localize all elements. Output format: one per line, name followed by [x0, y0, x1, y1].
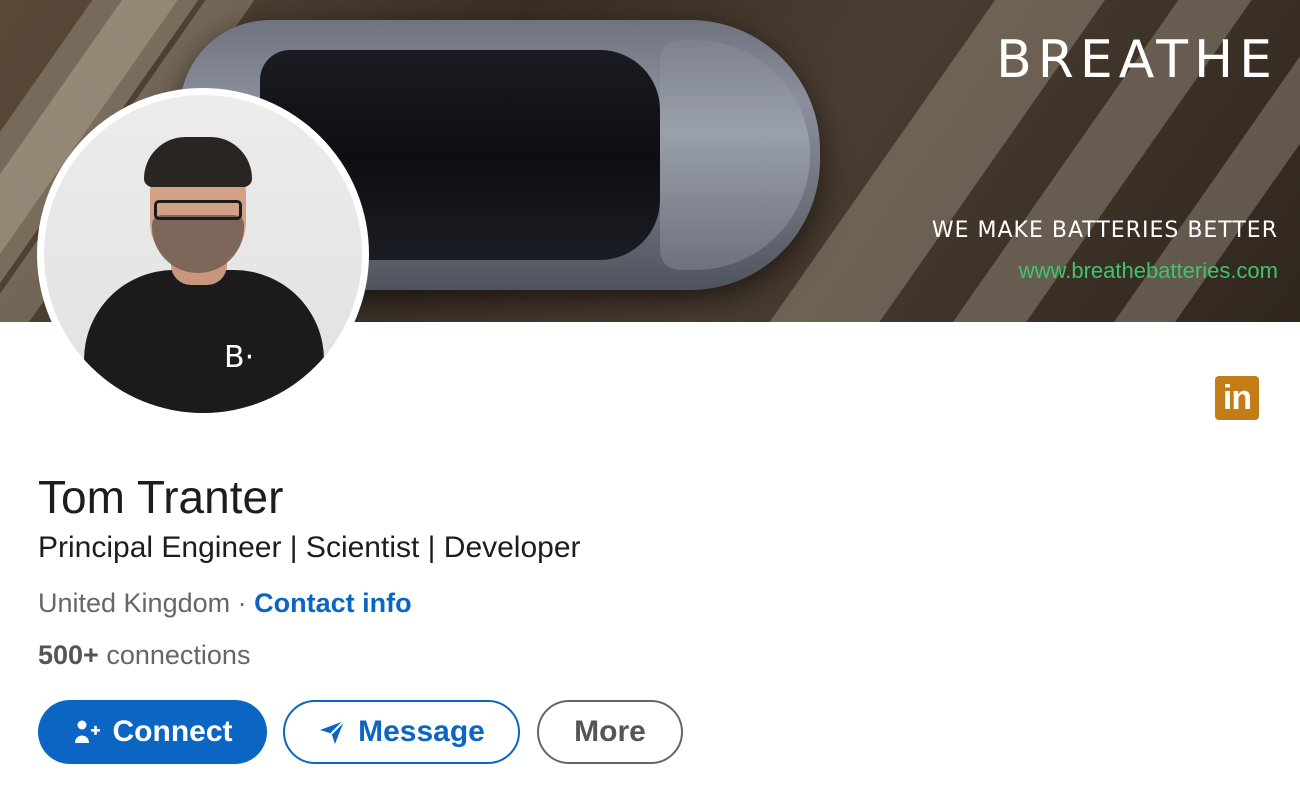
contact-info-link[interactable]: Contact info [254, 588, 411, 618]
add-person-icon [73, 718, 101, 746]
banner-url: www.breathebatteries.com [1018, 258, 1278, 283]
connections-label: connections [106, 640, 251, 670]
avatar-photo: B· [44, 95, 362, 413]
message-button[interactable]: Message [283, 700, 520, 764]
more-label: More [574, 715, 646, 748]
profile-name: Tom Tranter [38, 471, 284, 523]
location-separator: · [237, 588, 247, 618]
avatar-shirt [84, 270, 324, 413]
more-button[interactable]: More [537, 700, 683, 764]
linkedin-icon[interactable]: in [1215, 376, 1259, 420]
paper-plane-icon [318, 718, 346, 746]
linkedin-icon-label: in [1222, 379, 1252, 417]
profile-avatar[interactable]: B· [37, 88, 369, 420]
profile-headline: Principal Engineer | Scientist | Develop… [38, 531, 581, 564]
connect-button[interactable]: Connect [38, 700, 267, 764]
avatar-glasses [154, 200, 242, 220]
connections-count: 500+ [38, 640, 99, 670]
profile-location: United Kingdom [38, 588, 231, 618]
banner-brand: BREATHE [996, 30, 1278, 90]
connect-label: Connect [112, 715, 233, 748]
profile-location-row: United Kingdom · Contact info [38, 588, 412, 619]
avatar-beard [152, 215, 244, 273]
profile-connections[interactable]: 500+ connections [38, 640, 250, 671]
banner-tagline: WE MAKE BATTERIES BETTER [931, 218, 1278, 243]
shirt-logo: B· [224, 340, 255, 375]
message-label: Message [358, 715, 485, 748]
avatar-hair [144, 137, 252, 187]
